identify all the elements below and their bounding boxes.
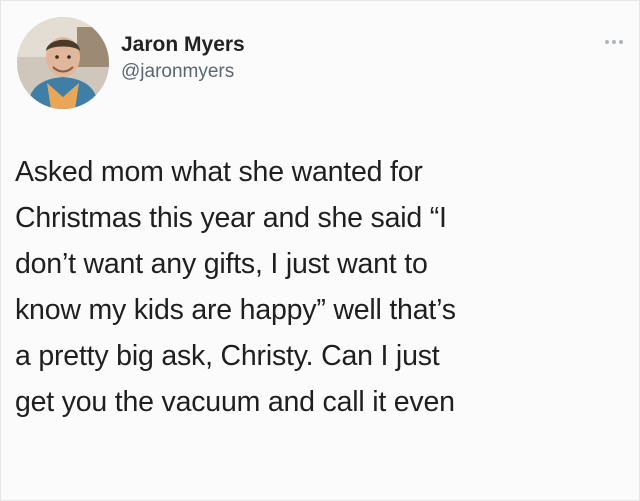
tweet-text-line: Christmas this year and she said “I: [15, 202, 447, 234]
tweet-text-line: Asked mom what she wanted for: [15, 156, 423, 188]
tweet-card: Jaron Myers @jaronmyers Asked mom what s…: [0, 0, 640, 501]
tweet-text-line: a pretty big ask, Christy. Can I just: [15, 340, 440, 372]
more-dot: [605, 40, 609, 44]
avatar-photo-icon: [17, 17, 109, 109]
tweet-text-line: know my kids are happy” well that’s: [15, 294, 456, 326]
tweet-text-line: don’t want any gifts, I just want to: [15, 248, 428, 280]
more-dot: [612, 40, 616, 44]
author-info: Jaron Myers @jaronmyers: [121, 32, 245, 85]
tweet-text: Asked mom what she wanted for Christmas …: [15, 149, 615, 425]
display-name[interactable]: Jaron Myers: [121, 32, 245, 58]
more-options-icon[interactable]: [597, 37, 623, 47]
avatar[interactable]: [17, 17, 109, 109]
tweet-text-line: get you the vacuum and call it even: [15, 386, 455, 418]
tweet-header: Jaron Myers @jaronmyers: [17, 17, 625, 109]
more-dot: [619, 40, 623, 44]
user-handle[interactable]: @jaronmyers: [121, 59, 245, 85]
